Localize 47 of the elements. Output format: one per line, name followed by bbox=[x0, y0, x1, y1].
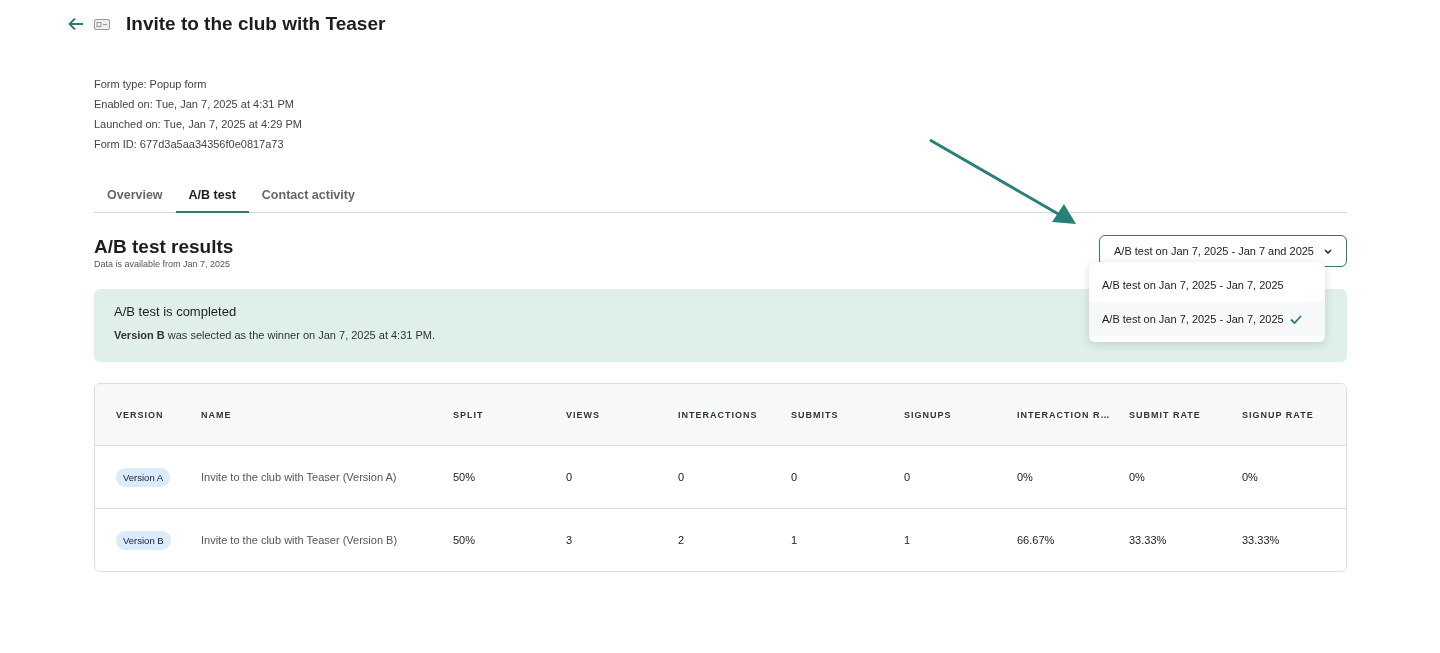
tab[interactable]: A/B test bbox=[175, 180, 249, 213]
column-header: NAME bbox=[201, 409, 233, 420]
column-header: SUBMIT RATE bbox=[1129, 409, 1202, 420]
tab[interactable]: Contact activity bbox=[248, 180, 368, 213]
table-cell-text: 0 bbox=[678, 471, 686, 483]
table-cell-text: Invite to the club with Teaser (Version A) bbox=[201, 471, 398, 483]
column-header: INTERACTION R… bbox=[1017, 409, 1112, 420]
page-title: Invite to the club with Teaser bbox=[126, 13, 386, 35]
results-subtext: Data is available from Jan 7, 2025 bbox=[94, 259, 232, 269]
form-meta-text: Form type: Popup form bbox=[94, 77, 208, 92]
table-cell-text: 33.33% bbox=[1129, 534, 1168, 546]
table-cell-text: 1 bbox=[904, 534, 912, 546]
table-cell-text: 2 bbox=[678, 534, 686, 546]
table-cell-text: 0 bbox=[791, 471, 799, 483]
table-cell-text: 0 bbox=[904, 471, 912, 483]
table-cell-text: 50% bbox=[453, 534, 477, 546]
form-meta-text: Form ID: 677d3a5aa34356f0e0817a73 bbox=[94, 137, 285, 152]
results-heading: A/B test results bbox=[94, 236, 234, 257]
table-cell-text: 0% bbox=[1017, 471, 1034, 483]
banner-message: Version B was selected as the winner on Jan 7, 2025 at 4:31 PM. bbox=[114, 329, 437, 341]
column-header: SPLIT bbox=[453, 409, 485, 420]
dropdown-option[interactable]: A/B test on Jan 7, 2025 - Jan 7, 2025 bbox=[1089, 268, 1325, 302]
column-header: SIGNUPS bbox=[904, 409, 953, 420]
table-cell-text: 0 bbox=[566, 471, 574, 483]
form-icon bbox=[94, 18, 110, 30]
table-cell-text: 1 bbox=[791, 534, 799, 546]
table-cell-text: 50% bbox=[453, 471, 477, 483]
version-tag: Version B bbox=[116, 530, 171, 550]
column-header: VIEWS bbox=[566, 409, 601, 420]
column-header: SUBMITS bbox=[791, 409, 840, 420]
column-header: VERSION bbox=[116, 409, 165, 420]
check-icon bbox=[1289, 314, 1302, 324]
table-cell-text: Invite to the club with Teaser (Version B) bbox=[201, 534, 399, 546]
dropdown-option[interactable]: A/B test on Jan 7, 2025 - Jan 7, 2025 bbox=[1089, 302, 1325, 336]
form-meta-text: Enabled on: Tue, Jan 7, 2025 at 4:31 PM bbox=[94, 97, 295, 112]
chevron-icon bbox=[1324, 248, 1332, 254]
form-meta-text: Launched on: Tue, Jan 7, 2025 at 4:29 PM bbox=[94, 117, 303, 132]
column-header: INTERACTIONS bbox=[678, 409, 759, 420]
column-header: SIGNUP RATE bbox=[1242, 409, 1315, 420]
tab[interactable]: Overview bbox=[94, 180, 176, 213]
table-cell-text: 33.33% bbox=[1242, 534, 1281, 546]
back-arrow-icon[interactable] bbox=[68, 17, 84, 31]
version-tag: Version A bbox=[116, 467, 171, 487]
table-cell-text: 3 bbox=[566, 534, 574, 546]
table-cell-text: 66.67% bbox=[1017, 534, 1056, 546]
table-cell-text: 0% bbox=[1129, 471, 1146, 483]
table-cell-text: 0% bbox=[1242, 471, 1259, 483]
